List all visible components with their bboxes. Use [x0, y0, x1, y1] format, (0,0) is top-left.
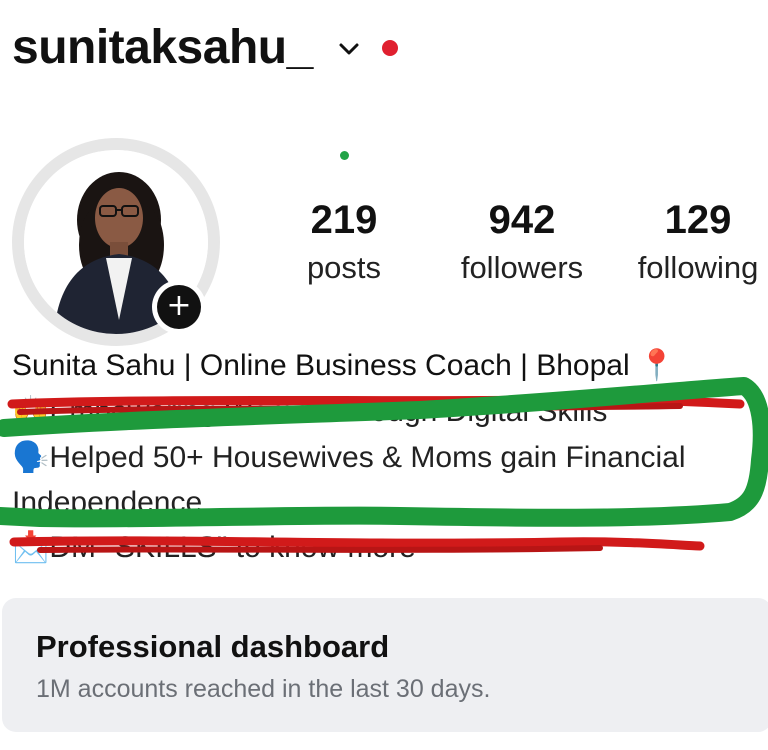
dashboard-subtitle: 1M accounts reached in the last 30 days. [36, 675, 491, 703]
bio-line-4-text: DM "SKILLS" to know more [49, 531, 416, 564]
speaking-head-icon: 🗣️ [12, 440, 50, 475]
dashboard-title: Professional dashboard [36, 629, 390, 664]
bio-name-text: Sunita Sahu | Online Business Coach | Bh… [12, 349, 630, 382]
posts-count: 219 [310, 198, 378, 242]
stat-following[interactable]: 129 following [628, 198, 768, 288]
followers-count: 942 [488, 198, 556, 242]
raised-hands-icon: 🙌 [12, 394, 50, 429]
location-pin-icon: 📍 [637, 349, 676, 382]
bio-line-1: 🙌Empowering Women through Digital Skills [12, 392, 607, 432]
bio-line-3: Independence [12, 483, 202, 523]
bio-line-3-text: Independence [12, 486, 203, 519]
bio-line-4: 📩DM "SKILLS" to know more [12, 528, 416, 568]
stat-followers[interactable]: 942 followers [448, 198, 596, 288]
plus-icon: + [157, 285, 201, 329]
add-story-button[interactable]: + [152, 280, 206, 334]
followers-label: followers [460, 250, 584, 285]
chevron-down-icon[interactable] [338, 40, 360, 58]
posts-label: posts [306, 250, 382, 285]
profile-username[interactable]: sunitaksahu_ [12, 24, 313, 72]
following-label: following [637, 250, 759, 285]
envelope-icon: 📩 [12, 530, 50, 565]
following-count: 129 [664, 198, 732, 242]
online-indicator [340, 151, 349, 160]
stat-posts[interactable]: 219 posts [292, 198, 396, 288]
notification-dot [382, 40, 398, 56]
bio-line-2: 🗣️Helped 50+ Housewives & Moms gain Fina… [12, 438, 686, 478]
bio-line-2-text: Helped 50+ Housewives & Moms gain Financ… [49, 441, 686, 474]
bio-line-1-text: Empowering Women through Digital Skills [49, 395, 608, 428]
bio-name-line: Sunita Sahu | Online Business Coach | Bh… [12, 346, 675, 386]
